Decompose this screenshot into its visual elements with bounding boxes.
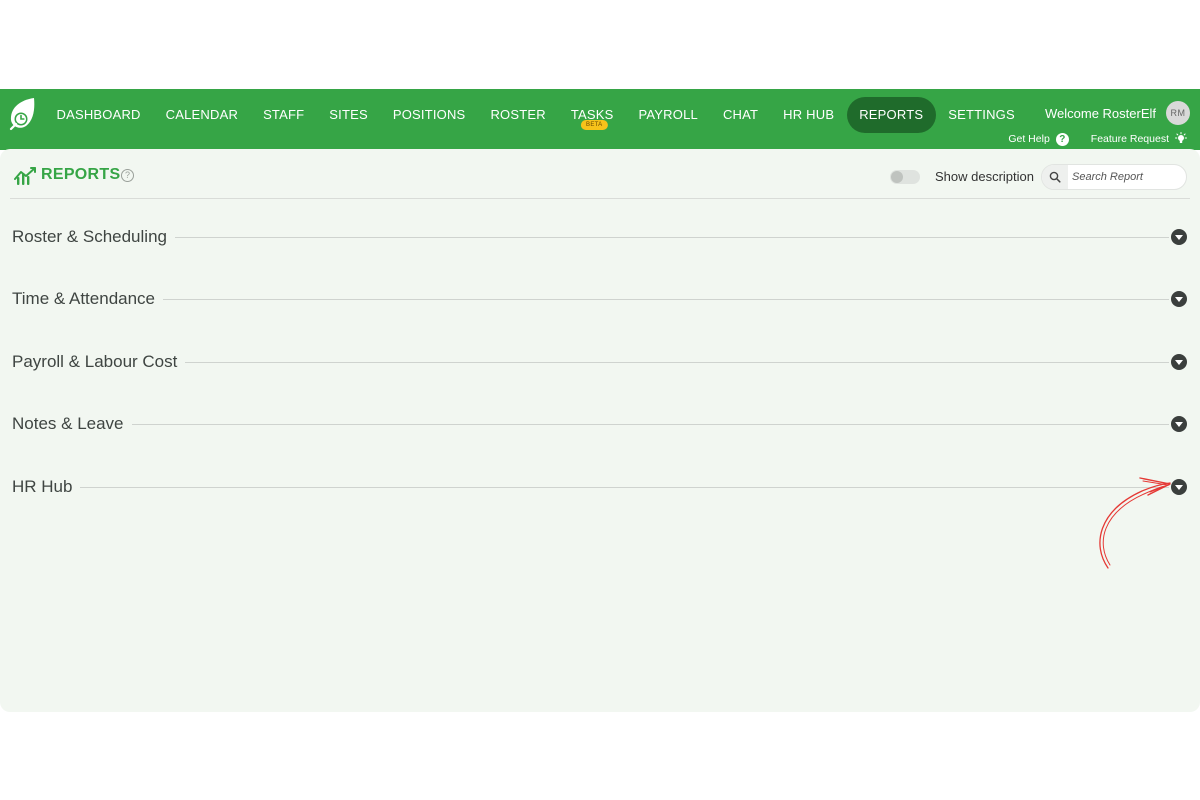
nav-item-label: REPORTS [859,107,924,122]
feature-request-link[interactable]: Feature Request [1091,132,1188,146]
page-title: REPORTS [41,166,121,183]
help-links: Get Help ? Feature Request [1008,132,1188,146]
report-section-time-attendance[interactable]: Time & Attendance [12,287,1187,311]
nav-item-calendar[interactable]: CALENDAR [153,97,250,133]
reports-panel: REPORTS ? Show description Roster & Sche… [0,149,1200,712]
report-section-roster-scheduling[interactable]: Roster & Scheduling [12,225,1187,249]
main-nav: DASHBOARD CALENDAR STAFF SITES POSITIONS ROST… [44,96,1027,134]
nav-item-label: ROSTER [490,107,546,122]
nav-item-dashboard[interactable]: DASHBOARD [44,97,153,133]
nav-item-tasks[interactable]: TASKS BETA [558,97,626,133]
section-divider [12,487,1169,488]
welcome-text: Welcome RosterElf [1044,106,1156,121]
info-icon[interactable]: ? [121,169,134,182]
top-navigation-bar: DASHBOARD CALENDAR STAFF SITES POSITIONS ROST… [0,89,1200,150]
section-title: HR Hub [12,475,81,499]
panel-header: REPORTS ? Show description [10,149,1190,199]
bar-chart-trend-icon [14,167,36,185]
nav-item-label: PAYROLL [638,107,698,122]
chevron-down-icon[interactable] [1171,354,1187,370]
report-section-notes-leave[interactable]: Notes & Leave [12,412,1187,436]
search-input[interactable] [1072,168,1182,186]
nav-item-sites[interactable]: SITES [317,97,381,133]
nav-item-staff[interactable]: STAFF [251,97,317,133]
user-avatar[interactable]: RM [1166,101,1190,125]
section-title: Roster & Scheduling [12,225,175,249]
chevron-down-icon[interactable] [1171,291,1187,307]
nav-item-positions[interactable]: POSITIONS [380,97,478,133]
section-title: Time & Attendance [12,287,164,311]
app-window: DASHBOARD CALENDAR STAFF SITES POSITIONS ROST… [0,89,1200,712]
nav-item-label: POSITIONS [392,107,466,122]
feature-request-label: Feature Request [1090,133,1169,145]
question-circle-icon: ? [1055,132,1069,146]
nav-item-label: SETTINGS [948,107,1015,122]
show-description-toggle[interactable] [890,170,920,184]
chevron-down-icon[interactable] [1171,416,1187,432]
report-section-hr-hub[interactable]: HR Hub [12,475,1187,499]
rosterelf-logo[interactable] [6,96,38,132]
chevron-down-icon[interactable] [1171,479,1187,495]
nav-item-reports[interactable]: REPORTS [846,97,936,133]
nav-item-label: SITES [329,107,368,122]
nav-item-roster[interactable]: ROSTER [478,97,558,133]
show-description-label: Show description [935,169,1034,184]
nav-item-label: HR HUB [783,107,835,122]
lightbulb-icon [1175,132,1187,143]
section-divider [12,424,1169,425]
search-box [1041,164,1187,190]
nav-item-chat[interactable]: CHAT [710,97,770,133]
section-title: Payroll & Labour Cost [12,350,186,374]
section-title: Notes & Leave [12,412,132,436]
nav-item-settings[interactable]: SETTINGS [936,97,1028,133]
chevron-down-icon[interactable] [1171,229,1187,245]
nav-item-label: STAFF [263,107,305,122]
nav-item-payroll[interactable]: PAYROLL [626,97,710,133]
get-help-link[interactable]: Get Help ? [1008,132,1069,146]
nav-item-label: CALENDAR [165,107,239,122]
nav-item-label: DASHBOARD [56,107,141,122]
search-button[interactable] [1042,165,1068,189]
search-icon [1049,171,1061,183]
leaf-clock-icon [9,98,35,131]
report-section-payroll-labour-cost[interactable]: Payroll & Labour Cost [12,350,1187,374]
nav-item-label: CHAT [722,107,759,122]
section-divider [12,237,1169,238]
get-help-label: Get Help [1008,133,1050,145]
section-divider [12,362,1169,363]
beta-badge: BETA [581,120,608,130]
nav-item-hr-hub[interactable]: HR HUB [771,97,847,133]
section-divider [12,299,1169,300]
toggle-knob [891,171,903,183]
